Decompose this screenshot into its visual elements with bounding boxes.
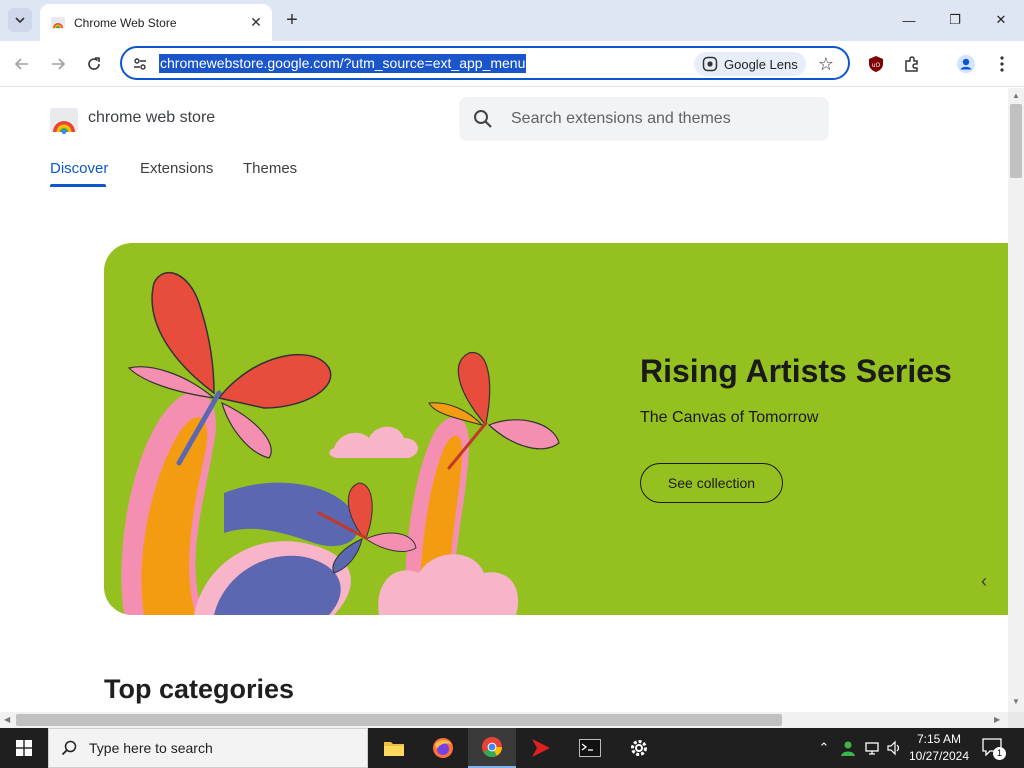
- google-lens-chip[interactable]: Google Lens: [694, 52, 806, 76]
- tab-discover[interactable]: Discover: [50, 160, 108, 177]
- chrome-web-store-icon: [51, 16, 65, 29]
- taskbar-clock[interactable]: 7:15 AM 10/27/2024: [904, 731, 974, 765]
- tab-extensions[interactable]: Extensions: [140, 160, 213, 177]
- taskbar-search-input[interactable]: Type here to search: [48, 728, 368, 768]
- profile-button[interactable]: [952, 50, 980, 78]
- reload-icon: [88, 57, 100, 70]
- hero-title: Rising Artists Series: [640, 353, 952, 389]
- tray-user-icon[interactable]: [838, 738, 858, 758]
- tab-search-icon: [15, 17, 25, 24]
- taskbar-firefox[interactable]: [419, 728, 467, 768]
- search-icon: [474, 110, 492, 128]
- hero-subtitle: The Canvas of Tomorrow: [640, 409, 819, 426]
- chrome-web-store-logo[interactable]: [50, 106, 78, 134]
- tray-expand-icon[interactable]: ⌃: [814, 738, 834, 758]
- taskbar-file-explorer[interactable]: [370, 728, 418, 768]
- settings-icon: [631, 740, 647, 756]
- notification-count-badge: 1: [993, 747, 1006, 760]
- back-button[interactable]: [8, 50, 36, 78]
- taskbar-app[interactable]: [517, 728, 565, 768]
- new-tab-button[interactable]: +: [280, 8, 304, 32]
- google-lens-icon: [702, 56, 718, 72]
- action-center-button[interactable]: 1: [982, 738, 1006, 760]
- site-info-icon[interactable]: [130, 54, 150, 74]
- start-button[interactable]: [0, 728, 48, 768]
- taskbar-settings[interactable]: [615, 728, 663, 768]
- tab-close-icon[interactable]: ✕: [246, 13, 266, 33]
- file-explorer-icon: [384, 742, 404, 756]
- tray-network-icon[interactable]: [862, 738, 882, 758]
- forward-icon: [52, 58, 66, 70]
- section-title-top-categories: Top categories: [104, 674, 295, 704]
- windows-start-icon: [16, 740, 32, 756]
- scroll-right-icon[interactable]: ▶: [994, 716, 1000, 724]
- menu-icon: [1000, 56, 1004, 72]
- vertical-scrollbar[interactable]: ▲ ▼: [1008, 88, 1024, 712]
- tray-volume-icon[interactable]: [884, 738, 904, 758]
- taskbar-search-icon: [61, 740, 77, 756]
- active-tab-indicator: [50, 184, 106, 187]
- tab-themes[interactable]: Themes: [243, 160, 297, 177]
- windows-taskbar: Type here to search ⌃ 7:15 AM 10/27/2024…: [0, 728, 1024, 768]
- profile-icon: [957, 55, 975, 73]
- chrome-icon: [482, 737, 503, 758]
- browser-toolbar: chromewebstore.google.com/?utm_source=ex…: [0, 41, 1024, 87]
- url-text[interactable]: chromewebstore.google.com/?utm_source=ex…: [159, 54, 527, 73]
- hero-banner[interactable]: Rising Artists Series The Canvas of Tomo…: [104, 243, 1008, 615]
- taskbar-chrome[interactable]: [468, 728, 516, 768]
- vertical-scroll-thumb[interactable]: [1010, 104, 1022, 178]
- search-placeholder: Search extensions and themes: [511, 110, 731, 127]
- clock-time: 7:15 AM: [916, 732, 962, 746]
- scroll-up-icon[interactable]: ▲: [1012, 92, 1020, 100]
- google-lens-label: Google Lens: [724, 56, 798, 72]
- chrome-menu-button[interactable]: [988, 50, 1016, 78]
- svg-text:uO: uO: [872, 62, 881, 69]
- maximize-button[interactable]: ❐: [932, 0, 978, 40]
- store-search-input[interactable]: Search extensions and themes: [459, 97, 829, 141]
- scroll-left-icon[interactable]: ◀: [4, 716, 10, 724]
- tab-title: Chrome Web Store: [74, 15, 177, 30]
- see-collection-button[interactable]: See collection: [640, 463, 783, 503]
- forward-button[interactable]: [44, 50, 72, 78]
- scroll-down-icon[interactable]: ▼: [1012, 698, 1020, 706]
- horizontal-scrollbar[interactable]: ◀ ▶: [0, 712, 1008, 728]
- address-bar[interactable]: chromewebstore.google.com/?utm_source=ex…: [120, 46, 850, 80]
- web-page: chrome web store Search extensions and t…: [0, 88, 1008, 712]
- app-icon: [532, 739, 550, 757]
- close-window-button[interactable]: ✕: [978, 0, 1024, 40]
- tab-chrome-web-store[interactable]: Chrome Web Store ✕: [40, 4, 272, 41]
- butterfly-illustration: [121, 271, 560, 615]
- extensions-icon: [905, 56, 918, 72]
- tab-search-button[interactable]: [8, 8, 32, 32]
- back-icon: [14, 58, 28, 70]
- bookmark-star-icon[interactable]: ☆: [815, 53, 837, 75]
- ublock-icon: uO: [869, 56, 883, 72]
- terminal-icon: [579, 739, 601, 757]
- clock-date: 10/27/2024: [908, 749, 970, 763]
- minimize-button[interactable]: —: [886, 0, 932, 40]
- firefox-icon: [433, 738, 453, 758]
- store-name[interactable]: chrome web store: [88, 109, 215, 127]
- scrollbar-corner: [1008, 712, 1024, 728]
- taskbar-search-placeholder: Type here to search: [89, 740, 213, 756]
- ublock-extension-button[interactable]: uO: [862, 50, 890, 78]
- reload-button[interactable]: [80, 50, 108, 78]
- carousel-prev-icon[interactable]: ‹: [976, 571, 992, 591]
- taskbar-terminal[interactable]: [566, 728, 614, 768]
- extensions-button[interactable]: [898, 50, 926, 78]
- horizontal-scroll-thumb[interactable]: [16, 714, 782, 726]
- tab-strip: Chrome Web Store ✕ + — ❐ ✕: [0, 0, 1024, 41]
